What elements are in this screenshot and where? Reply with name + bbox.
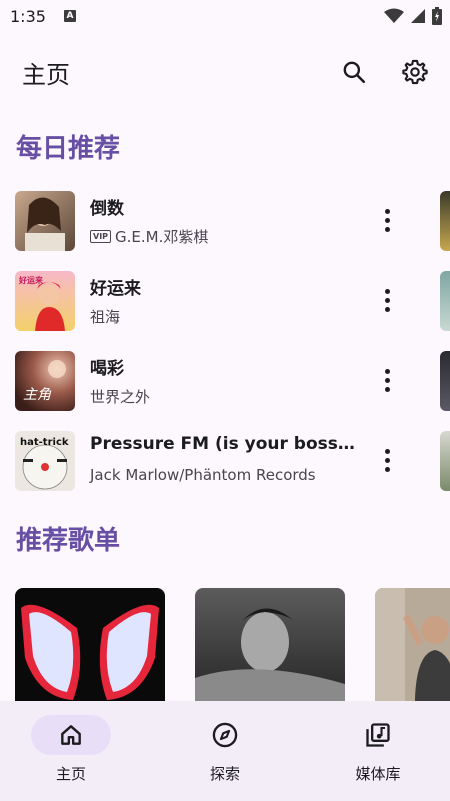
more-options-button[interactable] — [372, 202, 402, 238]
page-title: 主页 — [22, 60, 70, 89]
search-button[interactable] — [338, 56, 370, 88]
nav-label: 媒体库 — [355, 765, 401, 783]
nav-active-indicator — [31, 715, 111, 755]
vip-badge: VIP — [90, 230, 112, 243]
status-icons — [384, 7, 442, 25]
song-title: 倒数 — [90, 199, 124, 219]
next-card-peek — [440, 271, 450, 331]
song-cover: 好运来 — [15, 271, 75, 331]
search-icon — [343, 61, 366, 84]
song-cover: 主角 — [15, 351, 75, 411]
more-vert-icon — [384, 288, 390, 294]
settings-button[interactable] — [399, 56, 431, 88]
notification-icon: A — [63, 10, 76, 22]
more-vert-icon — [384, 208, 390, 214]
playlist-card[interactable] — [195, 588, 345, 718]
compass-icon — [212, 722, 238, 748]
nav-label: 主页 — [55, 765, 86, 783]
song-artist: 祖海 — [90, 308, 121, 326]
song-title: 喝彩 — [90, 359, 124, 379]
daily-section-title: 每日推荐 — [16, 134, 121, 164]
playlist-card[interactable] — [375, 588, 450, 718]
song-cover — [15, 191, 75, 251]
playlists-section-title: 推荐歌单 — [16, 526, 121, 556]
song-row[interactable]: 主角 喝彩 世界之外 — [0, 340, 430, 420]
song-title: 好运来 — [90, 279, 141, 299]
bottom-navigation: 主页 探索 媒体库 — [0, 701, 450, 801]
song-row[interactable]: 好运来 好运来 祖海 — [0, 260, 430, 340]
nav-item-library[interactable]: 媒体库 — [338, 713, 448, 793]
song-artist: 世界之外 — [90, 388, 151, 406]
song-row[interactable]: 倒数 VIP G.E.M.邓紫棋 — [0, 180, 430, 260]
more-options-button[interactable] — [372, 442, 402, 478]
top-app-bar: 主页 — [0, 44, 450, 100]
wifi-icon — [384, 8, 404, 23]
cover-text: 好运来 — [18, 275, 44, 285]
nav-label: 探索 — [209, 765, 240, 783]
song-artist: Jack Marlow/Phäntom Records — [90, 466, 316, 484]
playlist-card[interactable] — [15, 588, 165, 718]
more-options-button[interactable] — [372, 362, 402, 398]
next-card-peek — [440, 351, 450, 411]
cover-text: 主角 — [23, 387, 52, 403]
status-bar: 1:35 A — [0, 0, 450, 32]
song-cover: hat-trick — [15, 431, 75, 491]
signal-icon — [411, 9, 425, 23]
more-vert-icon — [384, 448, 390, 454]
library-music-icon — [366, 723, 390, 747]
song-row[interactable]: hat-trick Pressure FM (is your boss be..… — [0, 420, 430, 500]
home-icon — [61, 725, 81, 745]
battery-icon — [432, 7, 442, 25]
more-vert-icon — [384, 368, 390, 374]
gear-icon — [402, 59, 428, 85]
next-card-peek — [440, 191, 450, 251]
status-time: 1:35 — [10, 6, 46, 26]
song-title: Pressure FM (is your boss be... — [90, 434, 360, 454]
nav-item-home[interactable]: 主页 — [31, 713, 141, 793]
song-artist: G.E.M.邓紫棋 — [115, 228, 209, 246]
nav-item-explore[interactable]: 探索 — [185, 713, 295, 793]
more-options-button[interactable] — [372, 282, 402, 318]
next-card-peek — [440, 431, 450, 491]
cover-text: hat-trick — [20, 437, 69, 448]
